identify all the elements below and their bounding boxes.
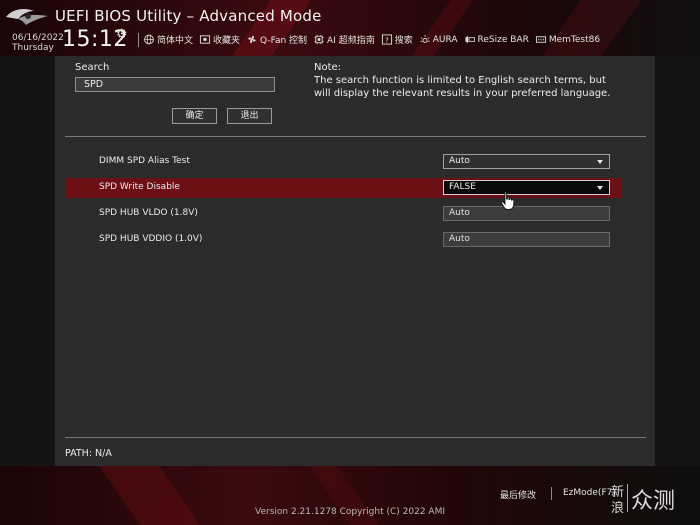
ai-overclock-icon xyxy=(313,34,325,45)
ai-overclock-label: AI 超频指南 xyxy=(327,36,375,46)
header-bar: UEFI BIOS Utility – Advanced Mode 06/16/… xyxy=(0,0,700,56)
resize-bar-label: ReSize BAR xyxy=(477,34,529,45)
last-modified-button[interactable]: 最后修改 xyxy=(500,488,536,501)
favorites-button[interactable]: 收藏夹 xyxy=(199,32,240,47)
resize-bar-button[interactable]: ReSize BAR xyxy=(464,32,529,47)
ezmode-button[interactable]: EzMode(F7) xyxy=(563,488,616,498)
footer-separator xyxy=(551,487,552,500)
main-panel: Search SPD 确定 退出 Note: The search functi… xyxy=(55,56,655,466)
bottom-divider xyxy=(65,437,646,438)
search-input[interactable]: SPD xyxy=(75,77,275,92)
globe-icon xyxy=(143,34,155,45)
path-text: PATH: N/A xyxy=(65,448,112,459)
setting-row-spd-write-disable[interactable]: SPD Write Disable FALSE xyxy=(65,178,622,198)
svg-text:众测: 众测 xyxy=(631,489,675,514)
memtest-button[interactable]: MemTest86 xyxy=(535,32,600,47)
favorites-icon xyxy=(199,34,211,45)
ai-overclock-button[interactable]: AI 超频指南 xyxy=(313,32,375,47)
search-button[interactable]: ? 搜索 xyxy=(381,32,413,47)
setting-row-dimm-spd-alias-test[interactable]: DIMM SPD Alias Test Auto xyxy=(65,152,622,172)
hand-cursor-icon xyxy=(500,191,515,210)
setting-row-spd-hub-vldo[interactable]: SPD HUB VLDO (1.8V) Auto xyxy=(65,204,622,224)
search-label: 搜索 xyxy=(394,36,413,46)
rog-logo-icon xyxy=(6,9,48,25)
version-text: Version 2.21.1278 Copyright (C) 2022 AMI xyxy=(255,507,445,517)
aura-button[interactable]: AURA xyxy=(419,32,458,47)
setting-dropdown[interactable]: FALSE xyxy=(443,180,610,195)
qfan-button[interactable]: Q-Fan 控制 xyxy=(246,32,307,47)
toolbar: 简体中文 收藏夹 Q-Fan 控制 AI 超频指南 ? 搜索 AURA ReSi… xyxy=(143,32,600,47)
svg-text:?: ? xyxy=(385,35,389,44)
note-title: Note: xyxy=(314,62,342,73)
setting-label: DIMM SPD Alias Test xyxy=(99,156,190,166)
app-title: UEFI BIOS Utility – Advanced Mode xyxy=(55,7,322,25)
memtest-icon xyxy=(535,34,547,45)
dropdown-arrow-icon xyxy=(597,160,603,164)
setting-label: SPD HUB VLDO (1.8V) xyxy=(99,208,198,218)
memtest-label: MemTest86 xyxy=(548,34,601,45)
header-decoration xyxy=(401,0,481,56)
setting-row-spd-hub-vddio[interactable]: SPD HUB VDDIO (1.0V) Auto xyxy=(65,230,622,250)
favorites-label: 收藏夹 xyxy=(213,36,241,46)
dropdown-arrow-icon xyxy=(597,186,603,190)
top-divider xyxy=(65,136,646,137)
svg-text:新: 新 xyxy=(611,484,624,500)
search-label-text: Search xyxy=(75,62,110,73)
fan-icon xyxy=(246,34,258,45)
help-icon: ? xyxy=(381,34,393,45)
setting-value: FALSE xyxy=(449,182,476,192)
date-display: 06/16/2022 Thursday xyxy=(12,33,64,53)
ok-button[interactable]: 确定 xyxy=(172,108,217,124)
qfan-label: Q-Fan 控制 xyxy=(260,36,308,46)
aura-icon xyxy=(419,34,431,45)
svg-text:浪: 浪 xyxy=(611,501,624,515)
clock-settings-gear-icon[interactable]: ⚙ xyxy=(116,27,128,42)
header-decoration xyxy=(531,0,649,56)
footer-bar: 最后修改 EzMode(F7) Version 2.21.1278 Copyri… xyxy=(0,466,700,525)
setting-label: SPD HUB VDDIO (1.0V) xyxy=(99,234,203,244)
setting-input[interactable]: Auto xyxy=(443,206,610,221)
language-label: 简体中文 xyxy=(157,36,194,46)
watermark-logo: 新 浪 众测 xyxy=(611,484,675,515)
setting-value: Auto xyxy=(449,156,470,166)
date-text: 06/16/2022 xyxy=(12,33,64,43)
setting-label: SPD Write Disable xyxy=(99,182,180,192)
resize-bar-icon xyxy=(464,34,476,45)
aura-label: AURA xyxy=(432,34,458,45)
note-text: The search function is limited to Englis… xyxy=(314,75,611,99)
setting-input[interactable]: Auto xyxy=(443,232,610,247)
day-text: Thursday xyxy=(12,43,54,53)
exit-button[interactable]: 退出 xyxy=(227,108,272,124)
setting-dropdown[interactable]: Auto xyxy=(443,154,610,169)
header-separator xyxy=(138,33,139,47)
language-button[interactable]: 简体中文 xyxy=(143,32,193,47)
